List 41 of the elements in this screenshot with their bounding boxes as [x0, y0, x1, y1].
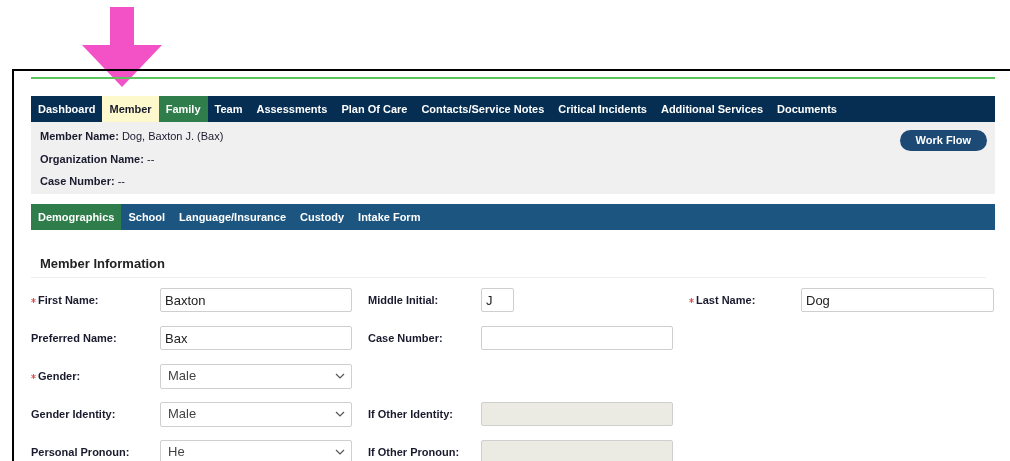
nav-tab[interactable]: Dashboard — [31, 96, 103, 122]
field-label: Gender Identity: — [31, 406, 116, 422]
sub-tab[interactable]: Demographics — [31, 204, 122, 230]
sub-tab[interactable]: Language/Insurance — [172, 204, 294, 230]
dropdown-field[interactable]: Male — [160, 401, 352, 427]
section-title: Member Information — [31, 254, 986, 278]
input-field[interactable] — [481, 326, 673, 350]
summary-line: Member Name: Dog, Baxton J. (Bax) — [40, 129, 224, 144]
nav-tab[interactable]: Critical Incidents — [551, 96, 654, 122]
nav-tab[interactable]: Documents — [770, 96, 844, 122]
input-field[interactable]: Bax — [160, 326, 352, 350]
sub-tab[interactable]: Intake Form — [351, 204, 428, 230]
chevron-down-icon — [335, 449, 345, 455]
summary-line: Organization Name: -- — [40, 151, 156, 167]
nav-tab[interactable]: Plan Of Care — [334, 96, 415, 122]
summary-line: Case Number: -- — [40, 174, 126, 189]
sub-tab[interactable]: Custody — [293, 204, 352, 230]
nav-tab[interactable]: Team — [207, 96, 250, 122]
input-field[interactable]: Baxton — [160, 288, 352, 312]
nav-tab[interactable]: Member — [102, 96, 159, 122]
field-label: If Other Identity: — [368, 406, 453, 422]
nav-tab[interactable]: Assessments — [249, 96, 335, 122]
field-label: Preferred Name: — [31, 330, 117, 346]
input-field[interactable]: Dog — [801, 288, 994, 312]
work-flow-button[interactable]: Work Flow — [899, 130, 987, 151]
field-label: Case Number: — [368, 330, 443, 346]
field-label: Gender: — [38, 368, 81, 384]
nav-tab[interactable]: Additional Services — [653, 96, 771, 122]
chevron-down-icon — [335, 411, 345, 417]
chevron-down-icon — [335, 373, 345, 379]
nav-tab[interactable]: Contacts/Service Notes — [414, 96, 552, 122]
dropdown-field[interactable]: Male — [160, 363, 352, 389]
field-label: If Other Pronoun: — [368, 444, 460, 460]
nav-tab[interactable]: Family — [158, 96, 208, 122]
dropdown-field[interactable]: He — [160, 439, 352, 461]
field-label: Last Name: — [696, 292, 756, 308]
field-label: Personal Pronoun: — [31, 444, 130, 460]
field-label: Middle Initial: — [368, 292, 439, 308]
sub-tab[interactable]: School — [121, 204, 173, 230]
field-label: First Name: — [38, 292, 99, 308]
input-field[interactable]: J — [481, 288, 514, 312]
